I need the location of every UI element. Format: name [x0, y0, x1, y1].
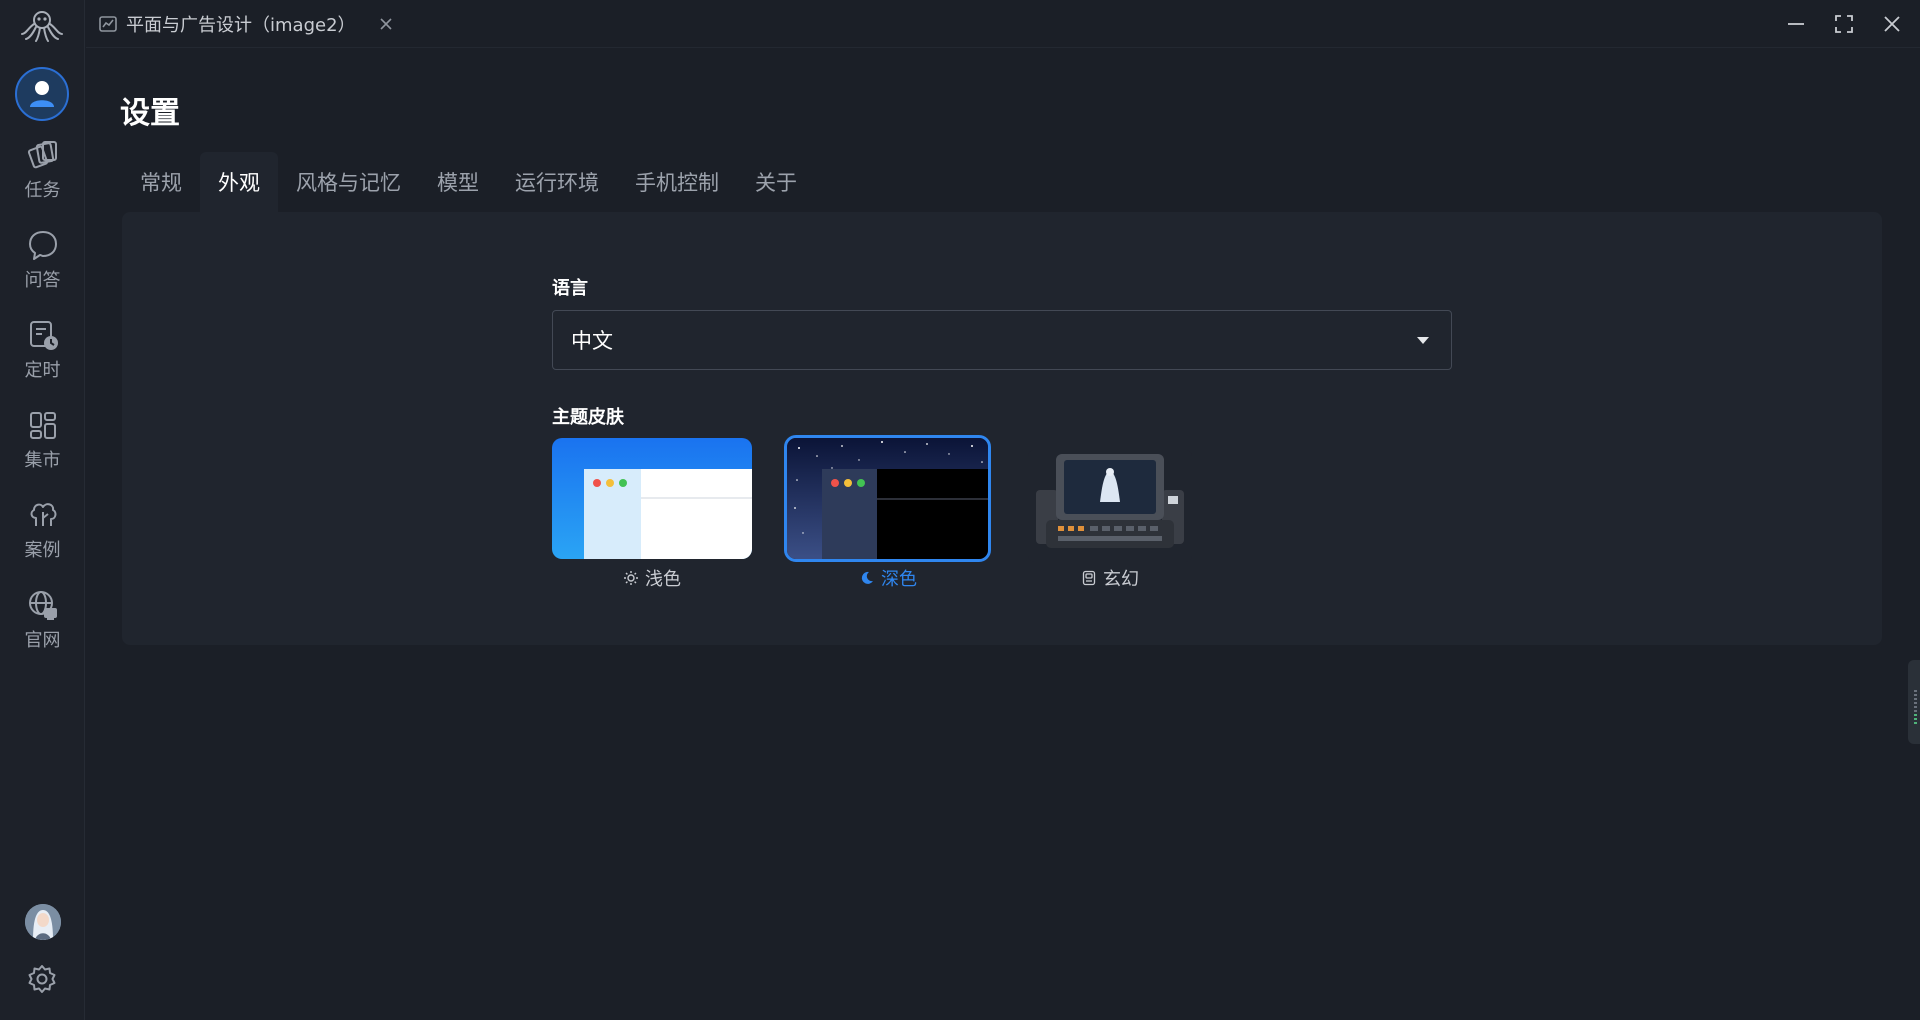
- theme-preview-dark: [784, 435, 991, 562]
- moon-icon: [861, 571, 873, 584]
- side-volume-indicator[interactable]: [1908, 660, 1920, 744]
- theme-preview-fantasy: [1028, 450, 1192, 562]
- theme-card-light[interactable]: 浅色: [552, 438, 752, 593]
- sidebar-item-market[interactable]: 集市: [0, 400, 85, 480]
- octopus-logo-icon[interactable]: [20, 8, 64, 42]
- tab-general[interactable]: 常规: [122, 152, 200, 212]
- page-title: 设置: [120, 96, 180, 131]
- appearance-panel: [122, 212, 1882, 645]
- language-select[interactable]: 中文: [552, 310, 1452, 370]
- theme-dark-caption: 深色: [784, 566, 992, 590]
- avatar-image: [25, 904, 61, 940]
- tab-about[interactable]: 关于: [737, 152, 815, 212]
- tab-runtime[interactable]: 运行环境: [497, 152, 617, 212]
- chat-icon: [28, 231, 57, 260]
- language-label: 语言: [552, 278, 588, 299]
- account-avatar[interactable]: [25, 904, 61, 940]
- maximize-icon[interactable]: [1832, 12, 1856, 36]
- robot-icon: [1082, 570, 1096, 586]
- window-tab-title: 平面与广告设计（image2）: [126, 15, 356, 36]
- chart-icon: [99, 16, 117, 32]
- theme-fantasy-caption: 玄幻: [1025, 566, 1195, 590]
- language-select-value: 中文: [571, 329, 613, 353]
- sidebar-item-qa[interactable]: 问答: [0, 220, 85, 300]
- theme-fantasy-label: 玄幻: [1103, 569, 1139, 590]
- sidebar-item-website[interactable]: 官网: [0, 580, 85, 660]
- theme-card-fantasy[interactable]: 玄幻: [1025, 440, 1195, 593]
- theme-label: 主题皮肤: [552, 407, 624, 428]
- sun-icon: [624, 571, 638, 585]
- tab-appearance[interactable]: 外观: [200, 152, 278, 212]
- sidebar: 任务 问答 定时 集市 案例 官网: [0, 0, 85, 1020]
- window-tab[interactable]: 平面与广告设计（image2）: [98, 0, 394, 48]
- schedule-icon: [29, 321, 58, 350]
- sidebar-item-label: 任务: [24, 180, 61, 201]
- gear-icon[interactable]: [26, 963, 58, 995]
- cases-icon: [30, 503, 56, 526]
- user-icon: [30, 81, 54, 107]
- theme-card-dark[interactable]: 深色: [784, 435, 992, 593]
- market-icon: [29, 412, 56, 439]
- theme-preview-light: [552, 438, 752, 559]
- settings-tabs: 常规 外观 风格与记忆 模型 运行环境 手机控制 关于: [122, 152, 815, 212]
- website-icon: [28, 591, 57, 620]
- sidebar-item-label: 集市: [24, 450, 61, 471]
- chevron-down-icon: [1417, 337, 1429, 344]
- title-bar: 平面与广告设计（image2）: [86, 0, 1920, 48]
- theme-dark-label: 深色: [881, 569, 917, 590]
- tab-model[interactable]: 模型: [419, 152, 497, 212]
- tasks-icon: [27, 141, 57, 169]
- sidebar-item-label: 问答: [24, 270, 61, 291]
- user-profile-button[interactable]: [15, 67, 69, 121]
- sidebar-item-schedule[interactable]: 定时: [0, 310, 85, 390]
- sidebar-item-label: 案例: [24, 540, 61, 561]
- minimize-icon[interactable]: [1784, 12, 1808, 36]
- sidebar-item-tasks[interactable]: 任务: [0, 130, 85, 210]
- theme-light-label: 浅色: [645, 569, 681, 590]
- theme-light-caption: 浅色: [552, 566, 752, 590]
- app-window: 任务 问答 定时 集市 案例 官网 平面与广告设计（image2） 设置 常规 …: [0, 0, 1920, 1020]
- close-window-icon[interactable]: [1880, 12, 1904, 36]
- sidebar-item-label: 官网: [24, 630, 61, 651]
- tab-phone-control[interactable]: 手机控制: [617, 152, 737, 212]
- tab-style-memory[interactable]: 风格与记忆: [278, 152, 419, 212]
- sidebar-item-label: 定时: [24, 360, 61, 381]
- close-tab-icon[interactable]: [378, 16, 394, 32]
- sidebar-item-cases[interactable]: 案例: [0, 490, 85, 570]
